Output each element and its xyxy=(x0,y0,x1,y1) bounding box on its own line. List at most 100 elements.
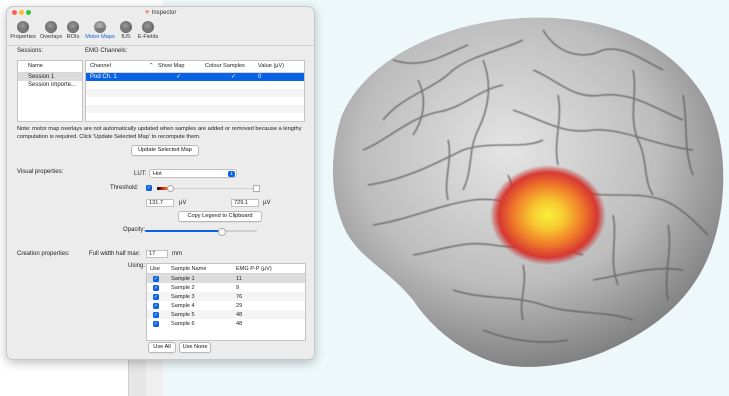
threshold-range-slider[interactable] xyxy=(157,185,261,192)
sample-use-checkbox[interactable]: ✓ xyxy=(153,311,159,318)
creation-properties-label: Creation properties: xyxy=(17,251,70,257)
sample-use-cell[interactable]: ✓ xyxy=(147,292,168,301)
sample-value: 9 xyxy=(236,284,240,291)
using-label: Using: xyxy=(128,263,146,269)
fwhm-field[interactable]: 17 xyxy=(146,250,168,258)
show-map-checkmark-icon[interactable]: ✓ xyxy=(176,73,181,80)
threshold-max-unit: µV xyxy=(263,200,271,206)
column-header-colour-samples[interactable]: Colour Samples xyxy=(205,63,245,69)
sample-use-cell[interactable]: ✓ xyxy=(147,310,168,319)
sample-name: Sample 4 xyxy=(171,302,195,309)
sample-name: Sample 6 xyxy=(171,320,195,327)
tab-label: fUS xyxy=(121,34,131,40)
column-header-value[interactable]: Value (µV) xyxy=(258,63,284,69)
opacity-slider[interactable] xyxy=(145,228,257,236)
background-scrollbar xyxy=(128,355,148,396)
threshold-min-knob[interactable] xyxy=(167,185,174,192)
visual-properties-label: Visual properties: xyxy=(17,169,64,175)
sample-value: 48 xyxy=(236,320,243,327)
inspector-icon: ✳ xyxy=(144,10,150,16)
threshold-max-knob[interactable] xyxy=(253,185,260,192)
lut-value: Hot xyxy=(153,171,162,177)
sample-row[interactable]: ✓ Sample 6 48 xyxy=(147,319,305,328)
sample-row[interactable]: ✓ Sample 1 11 xyxy=(147,273,305,283)
opacity-slider-knob[interactable] xyxy=(218,228,227,236)
copy-legend-button[interactable]: Copy Legend to Clipboard xyxy=(178,211,262,222)
sample-use-checkbox[interactable]: ✓ xyxy=(153,320,159,327)
sample-use-checkbox[interactable]: ✓ xyxy=(153,275,159,282)
sample-row[interactable]: ✓ Sample 4 29 xyxy=(147,301,305,310)
emg-channels-table[interactable]: Channel ⌃ Show Map Colour Samples Value … xyxy=(85,60,305,122)
fus-icon xyxy=(120,21,132,33)
tab-e-fields[interactable]: E-Fields xyxy=(135,21,161,40)
colour-samples-checkmark-icon[interactable]: ✓ xyxy=(231,73,236,80)
opacity-label: Opacity: xyxy=(123,227,146,233)
e-fields-icon xyxy=(142,21,154,33)
tab-rois[interactable]: ROIs xyxy=(65,21,81,40)
sample-name: Sample 1 xyxy=(168,273,233,283)
sample-value: 29 xyxy=(236,302,243,309)
tab-label: Properties xyxy=(10,34,36,40)
session-row-selected[interactable]: Session 1 xyxy=(18,73,82,81)
motor-map-overlay xyxy=(490,165,606,265)
tab-motor-maps[interactable]: Motor Maps xyxy=(83,21,117,40)
column-header-sample-name[interactable]: Sample Name xyxy=(168,264,233,274)
update-selected-map-button[interactable]: Update Selected Map xyxy=(131,145,199,156)
threshold-min-field[interactable]: 131.7 xyxy=(146,199,174,207)
sample-use-checkbox[interactable]: ✓ xyxy=(153,284,159,291)
session-name: Session 1 xyxy=(28,74,55,80)
tab-properties[interactable]: Properties xyxy=(10,21,36,40)
column-header-show-map[interactable]: Show Map xyxy=(158,63,184,69)
opacity-slider-fill xyxy=(145,230,222,232)
overlays-icon xyxy=(45,21,57,33)
samples-table[interactable]: Use Sample Name EMG P-P (µV) ✓ Sample 1 … xyxy=(146,263,306,341)
sample-use-cell[interactable]: ✓ xyxy=(147,301,168,310)
column-header-use[interactable]: Use xyxy=(147,264,168,274)
threshold-checkbox[interactable]: ✓ xyxy=(146,185,152,191)
sample-use-cell[interactable]: ✓ xyxy=(147,273,168,283)
tab-overlays[interactable]: Overlays xyxy=(39,21,63,40)
channel-name: Pod Ch. 1 xyxy=(90,74,117,80)
column-header-channel[interactable]: Channel xyxy=(90,63,111,69)
use-all-button[interactable]: Use All xyxy=(148,342,176,353)
sessions-column-header: Name xyxy=(28,63,43,69)
titlebar: ✳ Inspector xyxy=(7,7,314,19)
sessions-list[interactable]: Name Session 1 Session importe... xyxy=(17,60,83,122)
sample-row[interactable]: ✓ Sample 2 9 xyxy=(147,283,305,292)
window-title-text: Inspector xyxy=(151,10,177,16)
sample-use-checkbox[interactable]: ✓ xyxy=(153,302,159,309)
tab-label: Overlays xyxy=(39,34,63,40)
sample-use-cell[interactable]: ✓ xyxy=(147,319,168,328)
tab-fus[interactable]: fUS xyxy=(119,21,133,40)
session-row[interactable]: Session importe... xyxy=(18,81,82,89)
emg-row-selected[interactable]: Pod Ch. 1 ✓ ✓ 0 xyxy=(86,73,304,81)
tab-label: Motor Maps xyxy=(85,34,115,40)
lut-select[interactable]: Hot ⇕ xyxy=(149,169,237,178)
window-title: ✳ Inspector xyxy=(7,9,314,16)
empty-row xyxy=(86,89,304,97)
use-none-button[interactable]: Use None xyxy=(179,342,211,353)
sample-value: 48 xyxy=(236,311,243,318)
samples-header-row: Use Sample Name EMG P-P (µV) xyxy=(147,264,305,274)
rois-icon xyxy=(67,21,79,33)
sessions-label: Sessions: xyxy=(17,48,44,54)
sample-row[interactable]: ✓ Sample 5 48 xyxy=(147,310,305,319)
inspector-window: ✳ Inspector Properties Overlays ROIs Moto… xyxy=(6,6,315,360)
threshold-label: Threshold: xyxy=(110,185,139,191)
motor-maps-icon xyxy=(94,21,106,33)
session-name: Session importe... xyxy=(28,82,77,88)
sample-use-cell[interactable]: ✓ xyxy=(147,283,168,292)
chevron-updown-icon: ⇕ xyxy=(228,171,235,177)
properties-icon xyxy=(17,21,29,33)
sort-ascending-icon: ⌃ xyxy=(149,63,154,69)
sample-use-checkbox[interactable]: ✓ xyxy=(153,293,159,300)
emg-channels-label: EMG Channels: xyxy=(85,48,128,54)
sample-name: Sample 2 xyxy=(171,284,195,291)
sample-name: Sample 5 xyxy=(171,311,195,318)
fwhm-label: Full width half max: xyxy=(89,251,141,257)
column-header-emg-pp[interactable]: EMG P-P (µV) xyxy=(233,264,305,274)
sample-row[interactable]: ✓ Sample 3 76 xyxy=(147,292,305,301)
background-strip xyxy=(146,355,163,396)
threshold-max-field[interactable]: 729.1 xyxy=(231,199,259,207)
channel-value: 0 xyxy=(258,74,262,80)
